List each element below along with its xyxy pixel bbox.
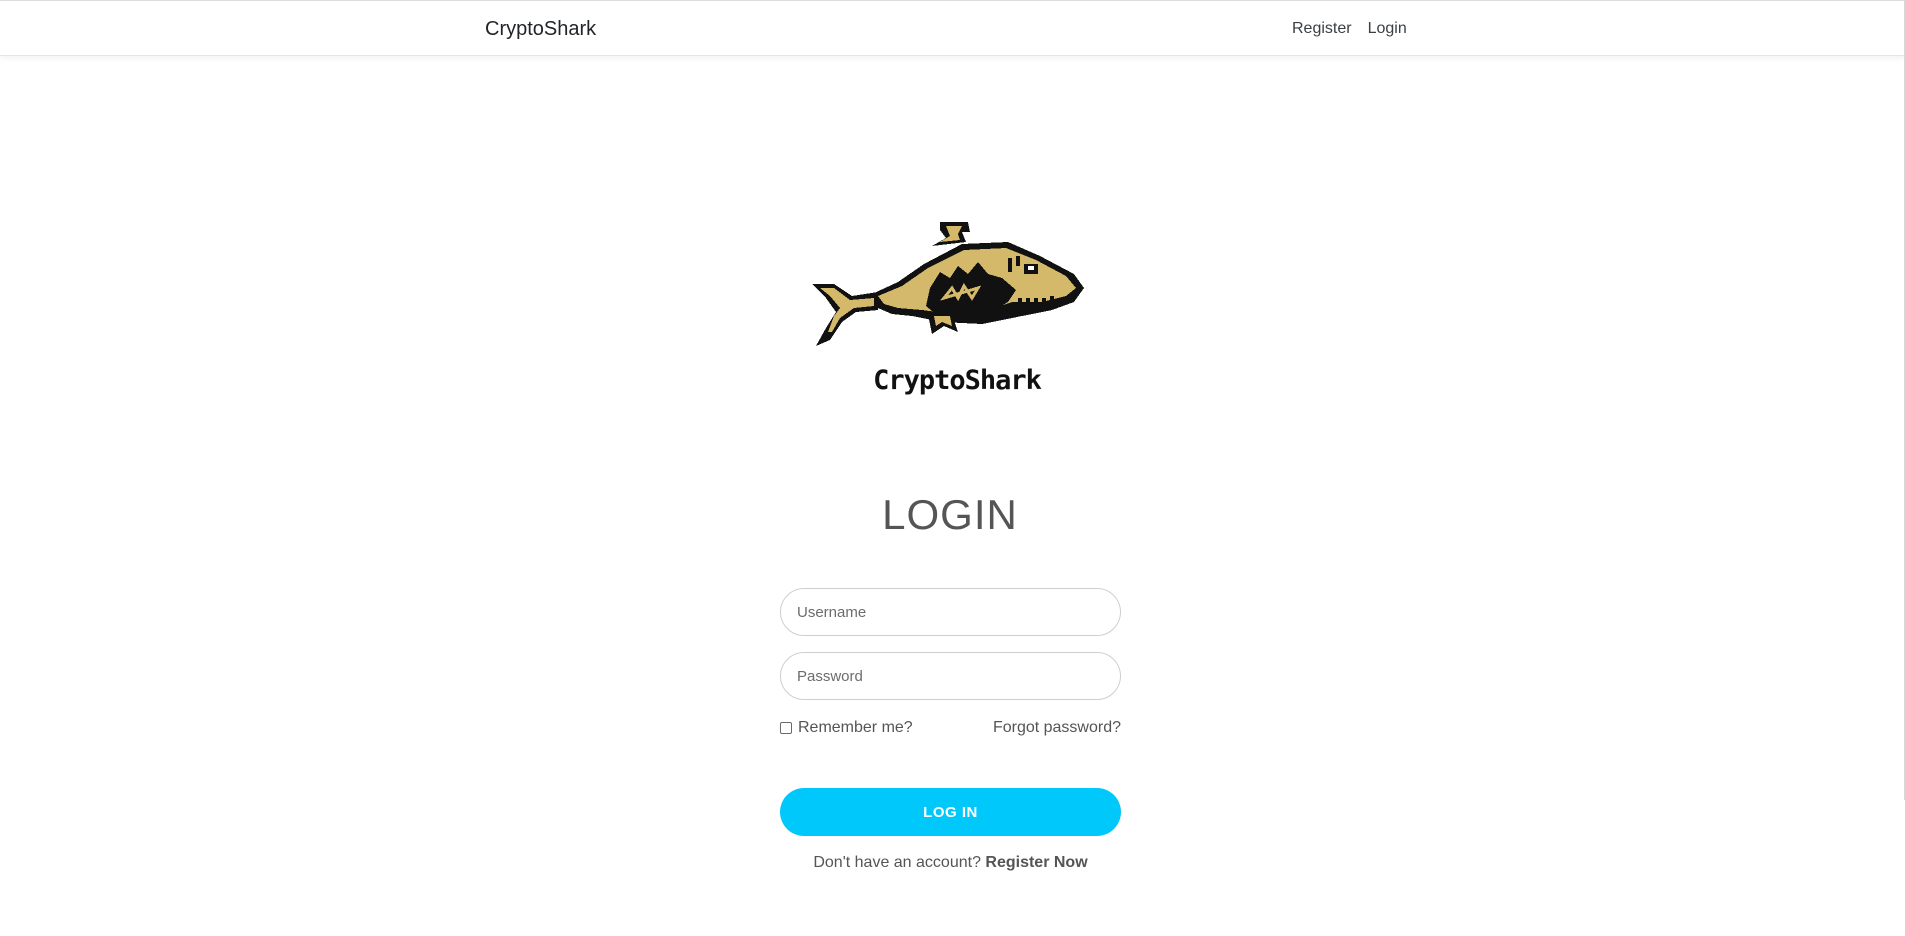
pixel-shark-icon [812,222,1084,346]
top-navbar: CryptoShark Register Login [0,0,1905,56]
page-title: LOGIN [882,491,1018,538]
register-prompt: Don't have an account? Register Now [780,854,1121,872]
form-options-row: Remember me? Forgot password? [780,718,1121,738]
nav-login-link[interactable]: Login [1368,20,1407,38]
register-now-link[interactable]: Register Now [985,854,1087,871]
login-button[interactable]: LOG IN [780,788,1121,836]
remember-me-checkbox[interactable] [780,722,792,734]
password-input[interactable] [780,652,1121,700]
no-account-text: Don't have an account? [813,854,986,871]
forgot-password-link[interactable]: Forgot password? [993,719,1121,737]
login-page: CryptoShark Register Login CryptoShark L… [0,0,1905,936]
nav-register-link[interactable]: Register [1292,20,1352,38]
remember-me-label: Remember me? [798,719,913,736]
navbar-brand[interactable]: CryptoShark [485,18,596,40]
logo-wordmark: CryptoShark [873,365,1042,396]
cryptoshark-logo: CryptoShark [812,218,1094,398]
remember-me[interactable]: Remember me? [780,719,913,737]
navbar-links: Register Login [1292,20,1407,38]
login-form: Remember me? Forgot password? LOG IN Don… [780,588,1121,872]
username-input[interactable] [780,588,1121,636]
